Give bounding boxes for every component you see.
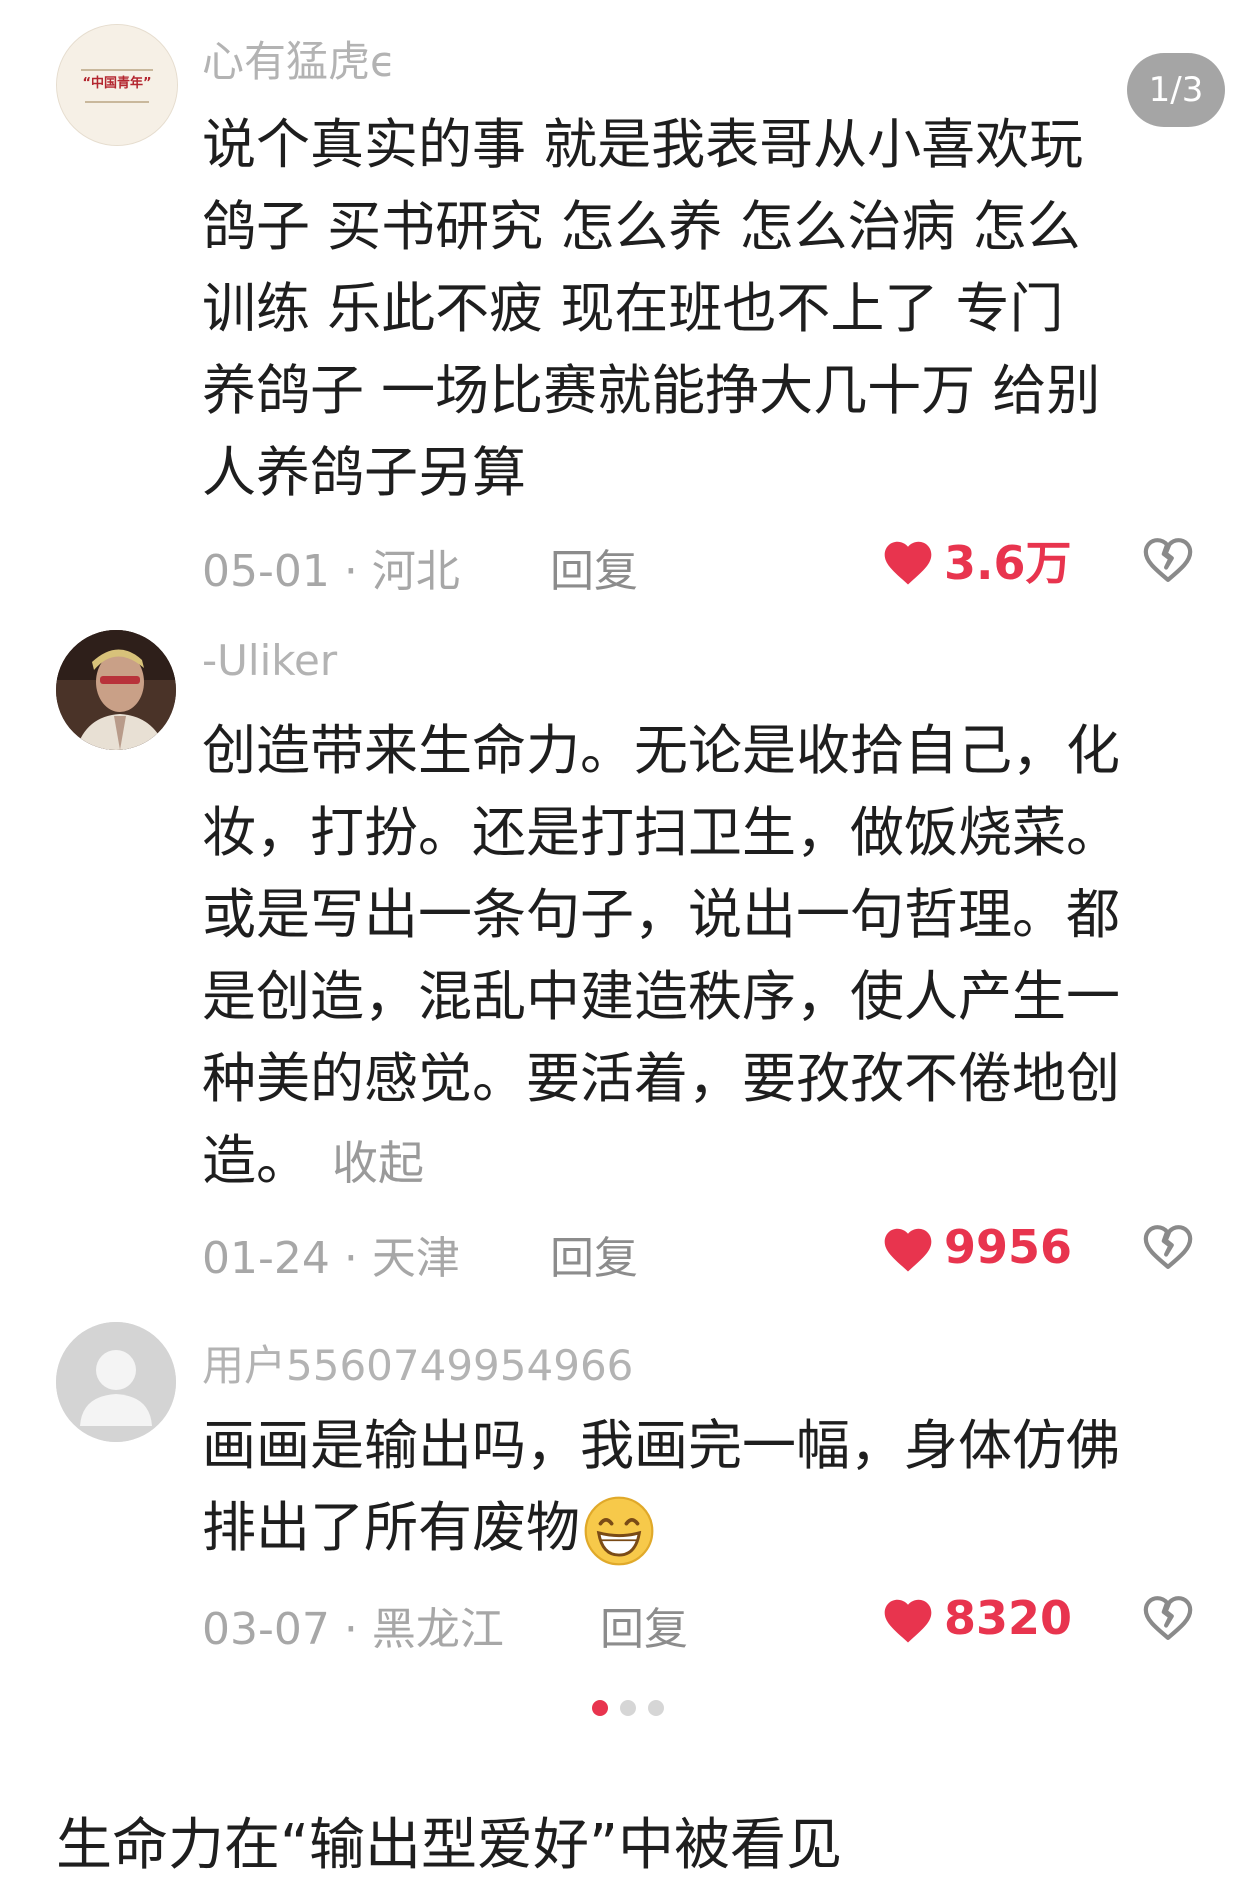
heart-icon [884,1599,932,1643]
carousel-dot[interactable] [620,1700,636,1716]
avatar[interactable] [56,1322,176,1442]
avatar-logo-text: “中国青年” [82,76,152,91]
comment-date: 03-07 [202,1604,330,1655]
meta-separator: · [343,1604,358,1655]
broken-heart-icon[interactable] [1140,532,1196,588]
comment-line: 人养鸽子另算 [202,441,526,504]
collapse-button[interactable]: 收起 [332,1136,424,1190]
reply-button[interactable]: 回复 [550,1222,638,1286]
carousel-dot[interactable] [648,1700,664,1716]
comment-line: 鸽子 买书研究 怎么养 怎么治病 怎么 [202,195,1081,258]
comment-text: 创造带来生命力。无论是收拾自己，化 妆，打扮。还是打扫卫生，做饭烧菜。 或是写出… [202,710,1202,1204]
meta-separator: · [343,546,358,597]
comment-line: 创造带来生命力。无论是收拾自己，化 [202,719,1120,782]
carousel-dot-active[interactable] [592,1700,608,1716]
comment-line: 训练 乐此不疲 现在班也不上了 专门 [202,277,1064,340]
like-count: 8320 [944,1591,1073,1645]
comment-card: 1/3 “中国青年” 心有猛虎ϵ 说个真实的事 就是我表哥从小喜欢玩 鸽子 买书… [0,0,1260,1748]
comment-line: 是创造，混乱中建造秩序，使人产生一 [202,965,1120,1028]
comment-line-last: 排出了所有废物 [202,1487,1202,1569]
heart-icon [884,1228,932,1272]
user-photo-icon [56,630,176,750]
comment-location: 河北 [371,546,460,597]
heart-icon [884,541,932,585]
username[interactable]: 用户5560749954966 [202,1332,633,1393]
comment-line: 养鸽子 一场比赛就能挣大几十万 给别 [202,359,1101,422]
avatar[interactable] [56,630,176,750]
comment-meta: 01-24 · 天津 [202,1222,460,1286]
username[interactable]: 心有猛虎ϵ [202,28,396,89]
comment-meta: 05-01 · 河北 [202,535,460,599]
meta-separator: · [343,1233,358,1284]
comment-text: 画画是输出吗，我画完一幅，身体仿佛 排出了所有废物 [202,1405,1202,1569]
like-button[interactable]: 8320 [880,1588,1072,1648]
like-button[interactable]: 9956 [880,1217,1072,1277]
like-button[interactable]: 3.6万 [880,530,1072,590]
comment-date: 01-24 [202,1233,330,1284]
post-caption: 生命力在“输出型爱好”中被看见 [56,1813,843,1878]
username[interactable]: -Uliker [202,636,337,685]
like-count: 3.6万 [944,536,1072,590]
grinning-emoji-icon [584,1496,654,1566]
default-avatar-icon [56,1322,176,1442]
reply-button[interactable]: 回复 [550,535,638,599]
comment-line-last: 造。 收起 [202,1120,1202,1204]
reply-button[interactable]: 回复 [600,1593,688,1657]
carousel-dots [592,1700,664,1716]
comment-line: 画画是输出吗，我画完一幅，身体仿佛 [202,1414,1120,1477]
comment-line: 妆，打扮。还是打扫卫生，做饭烧菜。 [202,801,1120,864]
comment-date: 05-01 [202,546,330,597]
like-count: 9956 [944,1220,1073,1274]
broken-heart-icon[interactable] [1140,1219,1196,1275]
broken-heart-icon[interactable] [1140,1590,1196,1646]
comment-line-text: 造。 [202,1129,310,1192]
comment-text: 说个真实的事 就是我表哥从小喜欢玩 鸽子 买书研究 怎么养 怎么治病 怎么 训练… [202,104,1202,514]
comment-location: 黑龙江 [371,1604,504,1655]
comment-line: 或是写出一条句子，说出一句哲理。都 [202,883,1120,946]
comment-line: 说个真实的事 就是我表哥从小喜欢玩 [202,113,1084,176]
comment-line-text: 排出了所有废物 [202,1496,580,1559]
comment-line: 种美的感觉。要活着，要孜孜不倦地创 [202,1047,1120,1110]
avatar[interactable]: “中国青年” [56,24,178,146]
comment-meta: 03-07 · 黑龙江 [202,1593,504,1657]
comment-location: 天津 [371,1233,460,1284]
